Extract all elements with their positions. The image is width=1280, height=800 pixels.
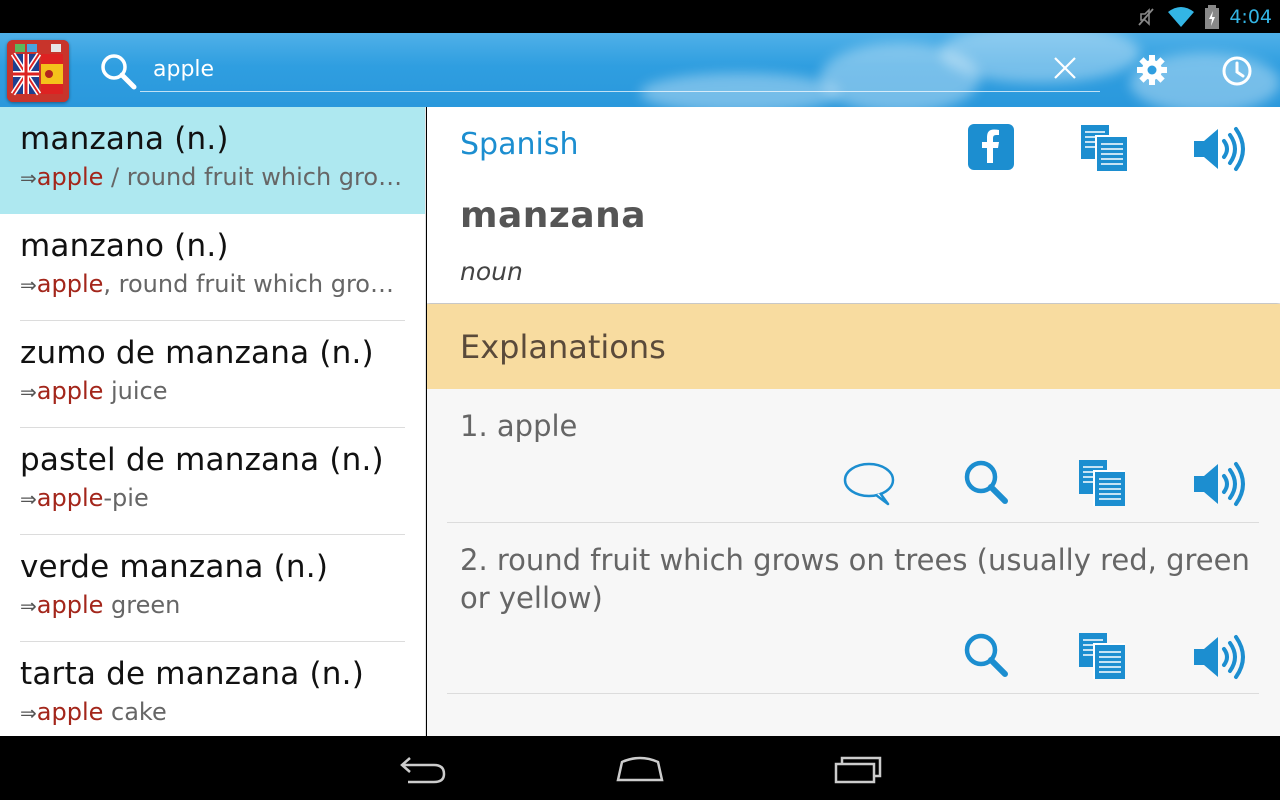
result-rest: -pie [103, 484, 149, 512]
result-highlight: apple [36, 591, 104, 619]
detail-pane: Spanish manzana noun Explanations 1. app… [427, 107, 1280, 736]
result-term: manzano (n.) [20, 228, 229, 264]
result-highlight: apple [36, 163, 104, 191]
status-bar: 4:04 [0, 0, 1280, 33]
result-item[interactable]: manzana (n.) ⇒apple / round fruit which g… [0, 107, 425, 214]
search-input[interactable] [140, 48, 1100, 92]
result-term: pastel de manzana (n.) [20, 442, 384, 478]
result-highlight: apple [36, 698, 104, 726]
result-highlight: apple [36, 377, 104, 405]
recent-apps-icon[interactable] [830, 752, 886, 786]
divider [447, 693, 1259, 694]
results-container: manzana (n.) ⇒apple / round fruit which g… [0, 107, 425, 736]
search-icon[interactable] [962, 631, 1010, 679]
copy-icon[interactable] [1079, 123, 1129, 173]
result-term: zumo de manzana (n.) [20, 335, 374, 371]
history-icon[interactable] [1221, 55, 1253, 87]
home-icon[interactable] [612, 752, 668, 786]
back-icon[interactable] [396, 752, 452, 786]
result-item[interactable]: manzano (n.) ⇒apple, round fruit which gr… [0, 214, 425, 321]
result-item[interactable]: verde manzana (n.) ⇒apple green [0, 535, 425, 642]
arrow-icon: ⇒ [20, 701, 37, 725]
muted-icon [1138, 8, 1155, 26]
result-term: verde manzana (n.) [20, 549, 329, 585]
speaker-icon[interactable] [1192, 123, 1248, 175]
result-highlight: apple [36, 484, 104, 512]
speaker-icon[interactable] [1192, 458, 1248, 510]
arrow-icon: ⇒ [20, 594, 37, 618]
result-translation: ⇒apple green [20, 591, 410, 619]
explanation-item: 1. apple [447, 390, 1259, 523]
entry-header-card: Spanish manzana noun [427, 107, 1280, 303]
result-item[interactable]: tarta de manzana (n.) ⇒apple cake [0, 642, 425, 736]
speaker-icon[interactable] [1192, 631, 1248, 683]
result-translation: ⇒apple / round fruit which grows on tree… [20, 163, 410, 191]
part-of-speech: noun [460, 257, 523, 286]
search-icon[interactable] [98, 51, 138, 91]
arrow-icon: ⇒ [20, 166, 37, 190]
arrow-icon: ⇒ [20, 273, 37, 297]
wifi-icon [1168, 7, 1195, 27]
explanation-item: 2. round fruit which grows on trees (usu… [447, 523, 1259, 695]
arrow-icon: ⇒ [20, 380, 37, 404]
search-icon[interactable] [962, 458, 1010, 506]
facebook-share-icon[interactable] [967, 123, 1015, 171]
status-clock: 4:04 [1229, 6, 1272, 28]
explanation-text: 2. round fruit which grows on trees (usu… [460, 543, 1250, 615]
settings-icon[interactable] [1135, 53, 1169, 87]
section-title: Explanations [460, 328, 666, 366]
result-item[interactable]: pastel de manzana (n.) ⇒apple-pie [0, 428, 425, 535]
result-translation: ⇒apple cake [20, 698, 410, 726]
result-translation: ⇒apple-pie [20, 484, 410, 512]
app-logo-icon[interactable] [7, 40, 69, 102]
result-highlight: apple [36, 270, 104, 298]
result-translation: ⇒apple juice [20, 377, 410, 405]
result-rest: / round fruit which grows on trees [111, 163, 410, 191]
clear-icon[interactable] [1050, 53, 1080, 83]
copy-icon[interactable] [1077, 631, 1127, 681]
result-translation: ⇒apple, round fruit which grows on trees [20, 270, 410, 298]
headword: manzana [460, 195, 647, 236]
language-label: Spanish [460, 127, 579, 162]
result-rest: , round fruit which grows on trees [103, 270, 410, 298]
result-rest: green [103, 591, 181, 619]
explanations-section-header: Explanations [427, 304, 1280, 389]
result-rest: juice [103, 377, 168, 405]
action-bar [0, 33, 1280, 107]
navigation-bar [0, 736, 1280, 800]
comment-icon[interactable] [842, 460, 898, 508]
result-item[interactable]: zumo de manzana (n.) ⇒apple juice [0, 321, 425, 428]
copy-icon[interactable] [1077, 458, 1127, 508]
battery-charging-icon [1205, 5, 1220, 29]
result-term: manzana (n.) [20, 121, 229, 157]
arrow-icon: ⇒ [20, 487, 37, 511]
results-list: manzana (n.) ⇒apple / round fruit which g… [0, 107, 426, 736]
result-term: tarta de manzana (n.) [20, 656, 365, 692]
explanation-text: 1. apple [460, 409, 578, 443]
result-rest: cake [103, 698, 167, 726]
status-icons: 4:04 [1135, 4, 1272, 30]
